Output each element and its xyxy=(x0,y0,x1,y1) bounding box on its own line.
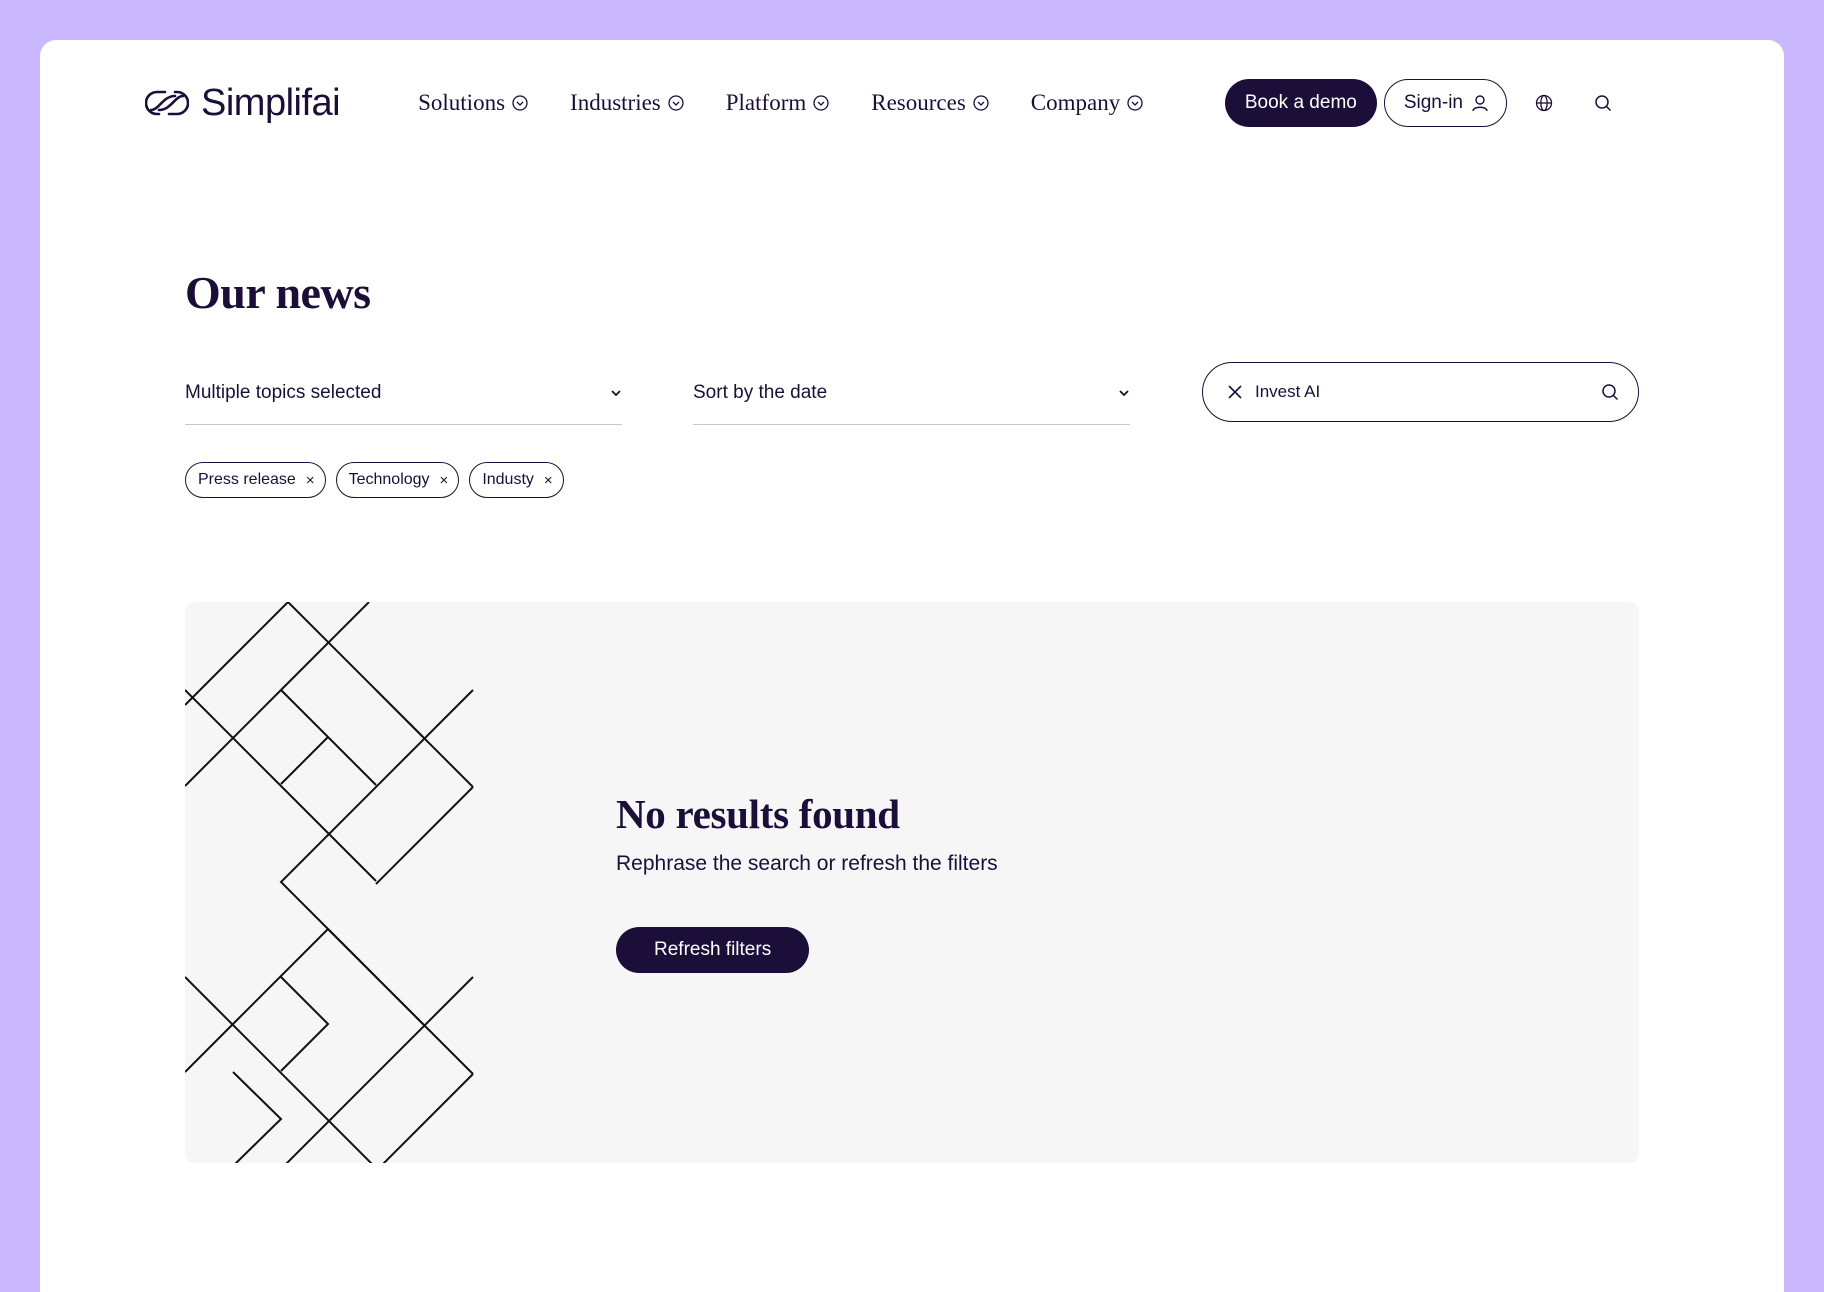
search-icon[interactable] xyxy=(1601,383,1619,401)
language-button[interactable] xyxy=(1522,81,1566,125)
menu-item-industries[interactable]: Industries xyxy=(570,90,684,116)
chevron-down-circle-icon xyxy=(512,95,528,111)
refresh-filters-button[interactable]: Refresh filters xyxy=(616,927,810,973)
news-search xyxy=(1202,362,1639,422)
menu-item-label: Company xyxy=(1030,90,1121,115)
remove-tag-icon[interactable]: × xyxy=(544,473,553,488)
brand-logo[interactable]: Simplifai xyxy=(145,81,341,125)
logo-mark-icon xyxy=(145,90,189,116)
sort-select[interactable]: Sort by the date xyxy=(693,362,1130,425)
nav-search-button[interactable] xyxy=(1581,81,1625,125)
remove-tag-icon[interactable]: × xyxy=(306,473,315,488)
empty-state-panel: No results found Rephrase the search or … xyxy=(185,602,1639,1163)
topics-select[interactable]: Multiple topics selected xyxy=(185,362,622,425)
active-filter-tags: Press release × Technology × Industy × xyxy=(185,462,564,498)
menu-item-resources[interactable]: Resources xyxy=(871,90,989,116)
chevron-down-icon xyxy=(611,390,621,397)
clear-search-icon[interactable] xyxy=(1227,384,1243,400)
menu-item-platform[interactable]: Platform xyxy=(726,90,830,116)
chevron-down-circle-icon xyxy=(973,95,989,111)
top-nav: Simplifai Solutions Industries Platform … xyxy=(145,79,1625,127)
menu-item-label: Industries xyxy=(570,90,661,115)
page-title: Our news xyxy=(185,267,371,318)
chevron-down-circle-icon xyxy=(813,95,829,111)
remove-tag-icon[interactable]: × xyxy=(440,473,449,488)
filter-tag: Press release × xyxy=(185,462,326,498)
main-menu: Solutions Industries Platform Resources … xyxy=(418,90,1143,116)
sort-select-value: Sort by the date xyxy=(693,382,828,403)
chevron-down-circle-icon xyxy=(668,95,684,111)
sign-in-label: Sign-in xyxy=(1403,92,1463,113)
filter-tag-label: Press release xyxy=(198,471,296,488)
menu-item-company[interactable]: Company xyxy=(1031,90,1143,116)
brand-name: Simplifai xyxy=(201,81,341,124)
filter-tag: Industy × xyxy=(469,462,564,498)
filter-tag-label: Technology xyxy=(348,471,430,488)
menu-item-label: Solutions xyxy=(418,90,506,115)
globe-icon xyxy=(1535,94,1553,112)
search-input[interactable] xyxy=(1255,382,1601,402)
sign-in-button[interactable]: Sign-in xyxy=(1383,79,1507,127)
nav-actions: Book a demo Sign-in xyxy=(1224,79,1625,127)
search-icon xyxy=(1595,95,1612,112)
menu-item-label: Platform xyxy=(725,90,807,115)
empty-state-subtitle: Rephrase the search or refresh the filte… xyxy=(616,852,998,875)
chevron-down-icon xyxy=(1119,390,1129,397)
diamond-pattern-illustration xyxy=(185,602,474,1163)
filter-tag: Technology × xyxy=(335,462,460,498)
chevron-down-circle-icon xyxy=(1127,95,1143,111)
menu-item-solutions[interactable]: Solutions xyxy=(418,90,528,116)
user-icon xyxy=(1472,95,1488,112)
topics-select-value: Multiple topics selected xyxy=(185,382,382,403)
empty-state-title: No results found xyxy=(616,791,900,837)
menu-item-label: Resources xyxy=(871,90,966,115)
book-demo-button[interactable]: Book a demo xyxy=(1224,79,1377,127)
filter-tag-label: Industy xyxy=(482,471,534,488)
